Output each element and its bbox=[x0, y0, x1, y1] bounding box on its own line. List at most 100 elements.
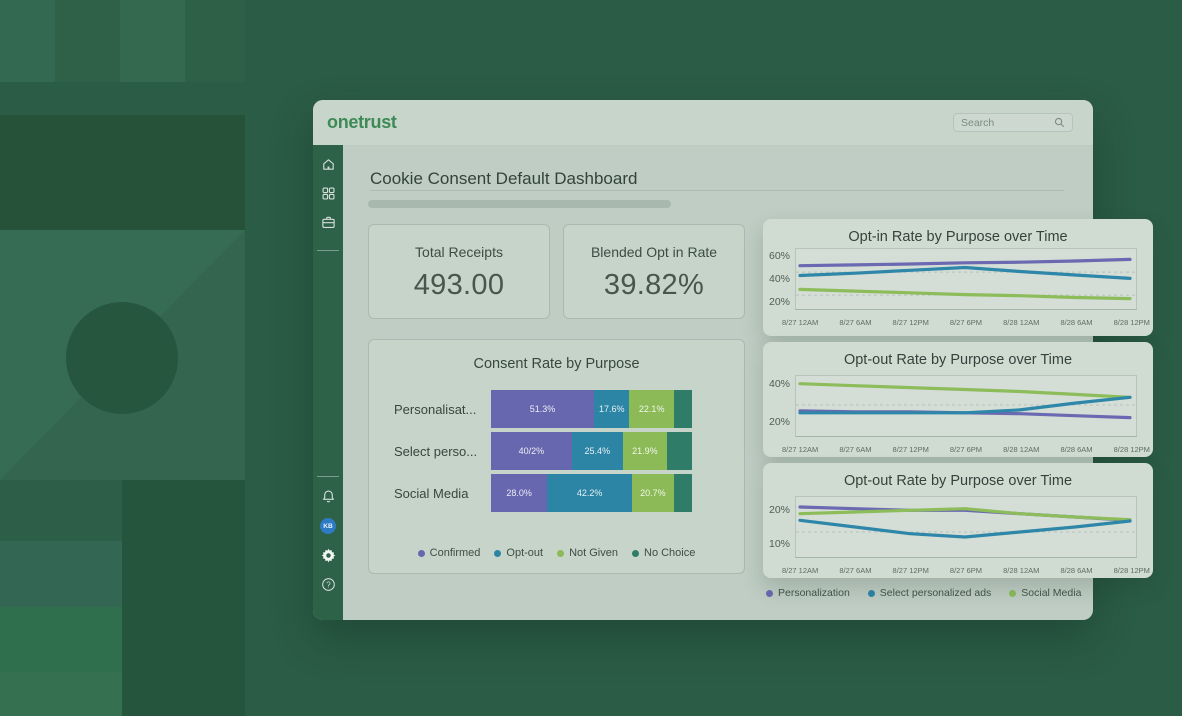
sidebar-item-help[interactable]: ? bbox=[321, 577, 336, 592]
line-chart-svg bbox=[796, 249, 1136, 309]
bg-stripe bbox=[0, 607, 122, 672]
legend-dot bbox=[418, 550, 425, 557]
kpi-label: Blended Opt in Rate bbox=[564, 244, 744, 260]
x-axis-tick: 8/28 6AM bbox=[1060, 318, 1092, 327]
bar-segment-value: 51.3% bbox=[530, 404, 556, 414]
top-bar: onetrust Search bbox=[313, 100, 1093, 146]
legend-item: Not Given bbox=[557, 547, 618, 559]
consent-bars: Personalisat...51.3%17.6%22.1%Select per… bbox=[369, 390, 744, 516]
consent-bar-row: Personalisat...51.3%17.6%22.1% bbox=[369, 390, 744, 428]
x-axis-tick: 8/27 12PM bbox=[893, 445, 929, 454]
sidebar-divider bbox=[317, 476, 339, 477]
line-chart-svg bbox=[796, 376, 1136, 436]
x-axis-tick: 8/28 12AM bbox=[1003, 318, 1039, 327]
legend-item: Select personalized ads bbox=[868, 587, 992, 599]
y-axis-tick: 40% bbox=[769, 273, 790, 285]
chart-title: Opt-out Rate by Purpose over Time bbox=[763, 342, 1153, 368]
time-charts-legend: Personalization Select personalized ads So… bbox=[766, 587, 1153, 599]
y-axis-tick: 60% bbox=[769, 250, 790, 262]
legend-item: Opt-out bbox=[494, 547, 543, 559]
series-line-social-media bbox=[800, 289, 1130, 298]
consent-legend: Confirmed Opt-out Not Given No Choice bbox=[369, 547, 744, 559]
legend-label: Not Given bbox=[569, 547, 618, 559]
legend-label: Select personalized ads bbox=[880, 587, 992, 599]
legend-dot bbox=[868, 590, 875, 597]
sidebar-item-apps[interactable] bbox=[321, 186, 336, 201]
legend-dot bbox=[1009, 590, 1016, 597]
bg-stripe bbox=[185, 0, 245, 82]
x-axis-tick: 8/28 12PM bbox=[1114, 445, 1150, 454]
bar-segment-value: 17.6% bbox=[599, 404, 625, 414]
avatar[interactable]: KB bbox=[320, 518, 336, 534]
consent-bar-row: Select perso... 40/2% 25.4% 21.9% bbox=[369, 432, 744, 470]
chart-title: Consent Rate by Purpose bbox=[369, 356, 744, 372]
bar-segment-value: 42.2% bbox=[577, 488, 603, 498]
y-axis-tick: 10% bbox=[769, 538, 790, 550]
line-chart-card-2: Opt-out Rate by Purpose over Time 40%20%8… bbox=[763, 342, 1153, 457]
kpi-card: Blended Opt in Rate 39.82% bbox=[563, 224, 745, 319]
x-axis-tick: 8/27 6AM bbox=[839, 566, 871, 575]
consent-category-label: Select perso... bbox=[394, 444, 491, 459]
bar-segment-confirmed: 28.0% bbox=[491, 474, 547, 512]
sidebar-item-workspace[interactable] bbox=[321, 215, 336, 230]
y-axis-tick: 40% bbox=[769, 378, 790, 390]
legend-label: Opt-out bbox=[506, 547, 543, 559]
x-axis-labels: 8/27 12AM8/27 6AM8/27 12PM8/27 6PM8/28 1… bbox=[782, 318, 1150, 327]
x-axis-tick: 8/28 12AM bbox=[1003, 566, 1039, 575]
kpi-value: 39.82% bbox=[564, 269, 744, 302]
x-axis-tick: 8/27 6AM bbox=[839, 318, 871, 327]
bar-segment-value: 20.7% bbox=[640, 488, 666, 498]
search-placeholder: Search bbox=[961, 117, 994, 129]
line-chart-card-1: Opt-in Rate by Purpose over Time60%40%20… bbox=[763, 219, 1153, 336]
bar-segment-opt-out: 25.4% bbox=[572, 432, 623, 470]
legend-label: Personalization bbox=[778, 587, 850, 599]
search-icon bbox=[1054, 117, 1065, 128]
bg-dark-band bbox=[0, 115, 245, 230]
bar-segment-no-choice bbox=[674, 390, 692, 428]
x-axis-tick: 8/27 12AM bbox=[782, 318, 818, 327]
time-charts-column: Opt-in Rate by Purpose over Time60%40%20… bbox=[763, 219, 1153, 599]
sidebar-item-settings[interactable] bbox=[321, 548, 336, 563]
kpi-card: Total Receipts493.00 bbox=[368, 224, 550, 319]
series-line-social-media bbox=[800, 384, 1130, 398]
plot-area: 60%40%20%8/27 12AM8/27 6AM8/27 12PM8/27 … bbox=[795, 248, 1137, 310]
x-axis-labels: 8/27 12AM8/27 6AM8/27 12PM8/27 6PM8/28 1… bbox=[782, 445, 1150, 454]
bg-dark-column bbox=[122, 480, 245, 716]
plot-area: 40%20%8/27 12AM8/27 6AM8/27 12PM8/27 6PM… bbox=[795, 375, 1137, 437]
sidebar-item-notifications[interactable] bbox=[321, 489, 336, 504]
bg-stripe bbox=[0, 672, 122, 716]
x-axis-tick: 8/27 12AM bbox=[782, 566, 818, 575]
line-chart-svg bbox=[796, 497, 1136, 557]
bar-segment-value: 40/2% bbox=[519, 446, 545, 456]
bar-segment-no-choice bbox=[667, 432, 692, 470]
x-axis-tick: 8/28 12PM bbox=[1114, 318, 1150, 327]
legend-dot bbox=[494, 550, 501, 557]
bar-segment-opt-out: 42.2% bbox=[547, 474, 632, 512]
notifications-icon bbox=[321, 489, 336, 504]
legend-label: Social Media bbox=[1021, 587, 1081, 599]
bg-mid-block bbox=[0, 230, 245, 480]
x-axis-tick: 8/27 6PM bbox=[950, 318, 982, 327]
legend-item: Personalization bbox=[766, 587, 850, 599]
help-icon: ? bbox=[321, 577, 336, 592]
search-box[interactable]: Search bbox=[953, 113, 1073, 132]
bar-segment-not-given: 20.7% bbox=[632, 474, 674, 512]
legend-dot bbox=[557, 550, 564, 557]
legend-item: No Choice bbox=[632, 547, 695, 559]
bar-segment-value: 25.4% bbox=[585, 446, 611, 456]
dashboard-window: onetrust Search KB? Cookie Consent Defau… bbox=[313, 100, 1093, 620]
bg-circle bbox=[66, 302, 178, 414]
x-axis-tick: 8/27 6PM bbox=[950, 566, 982, 575]
legend-label: No Choice bbox=[644, 547, 695, 559]
x-axis-tick: 8/28 12PM bbox=[1114, 566, 1150, 575]
legend-label: Confirmed bbox=[430, 547, 481, 559]
x-axis-tick: 8/28 12AM bbox=[1003, 445, 1039, 454]
bg-stripe bbox=[55, 0, 120, 82]
bar-segment-value: 21.9% bbox=[632, 446, 658, 456]
consent-category-label: Personalisat... bbox=[394, 402, 491, 417]
sidebar-item-home[interactable] bbox=[321, 157, 336, 172]
onetrust-logo: onetrust bbox=[327, 112, 397, 133]
chart-title: Opt-out Rate by Purpose over Time bbox=[763, 463, 1153, 489]
legend-dot bbox=[766, 590, 773, 597]
workspace-icon bbox=[321, 215, 336, 230]
